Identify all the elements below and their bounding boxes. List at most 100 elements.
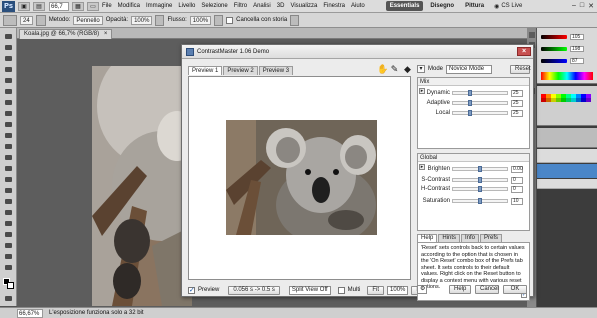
multi-checkbox[interactable] [337,286,345,294]
status-zoom-field[interactable]: 66,67% [17,308,43,318]
slider-thumb[interactable] [478,186,482,192]
tab-prefs[interactable]: Prefs [480,234,503,242]
layer-row[interactable] [537,149,597,163]
tab-preview-2[interactable]: Preview 2 [223,66,258,75]
menu-filtro[interactable]: Filtro [231,3,250,9]
clone-stamp-tool-icon[interactable] [3,120,14,129]
slider-value[interactable]: 25 [511,89,523,97]
cancel-button[interactable]: Cancel [475,285,499,294]
airbrush-icon[interactable] [214,14,224,26]
ok-button[interactable]: OK [503,285,527,294]
healing-brush-tool-icon[interactable] [3,98,14,107]
erase-to-history-checkbox[interactable] [226,16,234,24]
document-tab[interactable]: Koala.jpg @ 66,7% (RGB/8) × [19,29,113,39]
shape-tool-icon[interactable] [3,219,14,228]
menu-visualizza[interactable]: Visualizza [287,3,320,9]
color-slider-g[interactable]: 198 [541,46,584,52]
menu-modifica[interactable]: Modifica [115,3,143,9]
tab-hints[interactable]: Hints [438,234,461,242]
fit-button[interactable]: Fit [367,285,385,295]
split-view-select[interactable]: Split View Off [288,285,331,295]
color-ramp[interactable] [541,72,593,80]
tab-info[interactable]: Info [461,234,480,242]
marquee-tool-icon[interactable] [3,43,14,52]
menu-selezione[interactable]: Selezione [198,3,230,9]
slider-track[interactable] [452,90,508,96]
zoom-level-field[interactable]: 66,7 [49,1,69,11]
zoom-select[interactable]: 100% [387,285,409,295]
maximize-icon[interactable]: □ [580,2,584,10]
layer-row-selected[interactable] [537,164,597,178]
screen-mode-icon[interactable]: ▭ [87,1,99,11]
history-panel-icon[interactable] [529,32,535,38]
blue-slider-track[interactable] [541,59,567,63]
close-tab-icon[interactable]: × [104,31,108,37]
help-button[interactable]: Help [449,285,471,294]
eyedropper-tool-icon[interactable] [3,87,14,96]
tab-help[interactable]: Help [417,234,438,242]
slider-value[interactable]: 0 [511,185,523,193]
history-brush-tool-icon[interactable] [3,14,17,26]
green-slider-track[interactable] [541,47,567,51]
reset-button[interactable]: Reset [510,64,531,74]
slider-track[interactable] [452,177,508,183]
slider-value[interactable]: 0 [511,176,523,184]
blur-tool-icon[interactable] [3,164,14,173]
preview-checkbox[interactable] [188,286,195,294]
settings-icon[interactable]: ⚙ [417,285,427,294]
preview-image[interactable] [226,120,377,235]
red-value[interactable]: 105 [570,34,584,40]
layer-row[interactable] [537,179,597,189]
menu-aiuto[interactable]: Aiuto [348,3,368,9]
brush-size-picker[interactable]: 24 [20,15,33,25]
slider-track[interactable] [452,186,508,192]
slider-thumb[interactable] [478,198,482,204]
mode-select[interactable]: Novice Mode [446,64,493,74]
slider-track[interactable] [452,100,508,106]
slider-value[interactable]: 0.00 [511,165,523,173]
mode-toggle-icon[interactable]: ▾ [417,65,425,73]
eyedropper-icon[interactable]: ✎ [390,65,399,75]
color-slider-r[interactable]: 105 [541,34,584,40]
slider-thumb[interactable] [468,90,472,96]
pressure-size-icon[interactable] [290,14,300,26]
path-selection-tool-icon[interactable] [3,208,14,217]
dodge-tool-icon[interactable] [3,175,14,184]
eraser-tool-icon[interactable] [3,142,14,151]
slider-thumb[interactable] [478,166,482,172]
lasso-tool-icon[interactable] [3,54,14,63]
3d-rotate-tool-icon[interactable] [3,230,14,239]
gradient-tool-icon[interactable] [3,153,14,162]
preview-pane[interactable] [188,76,411,280]
target-icon[interactable]: ◆ [403,65,412,75]
menu-analisi[interactable]: Analisi [250,3,274,9]
move-tool-icon[interactable] [3,32,14,41]
workspace-pittura[interactable]: Pittura [461,1,488,11]
menu-3d[interactable]: 3D [274,3,288,9]
tab-preview-3[interactable]: Preview 3 [258,66,294,75]
workspace-disegno[interactable]: Disegno [426,1,458,11]
slider-track[interactable] [452,110,508,116]
brush-tool-icon[interactable] [3,109,14,118]
pressure-opacity-icon[interactable] [155,14,165,26]
menu-livello[interactable]: Livello [175,3,198,9]
minibridge-icon[interactable]: ▤ [33,1,45,11]
menu-finestra[interactable]: Finestra [320,3,348,9]
swatch-grid[interactable] [541,94,591,102]
slider-value[interactable]: 25 [511,99,523,107]
menu-file[interactable]: File [99,3,115,9]
slider-value[interactable]: 25 [511,109,523,117]
quick-selection-tool-icon[interactable] [3,65,14,74]
opacity-field[interactable]: 100% [131,15,153,25]
slider-track[interactable] [452,198,508,204]
color-slider-b[interactable]: 87 [541,58,584,64]
menu-immagine[interactable]: Immagine [143,3,175,9]
minimize-icon[interactable]: – [572,2,576,10]
bridge-icon[interactable]: ▣ [18,1,30,11]
hand-icon[interactable]: ✋ [377,65,388,75]
flow-field[interactable]: 100% [189,15,212,25]
slider-track[interactable] [452,166,508,172]
slider-thumb[interactable] [478,177,482,183]
red-slider-track[interactable] [541,35,567,39]
background-color-swatch[interactable] [7,282,14,289]
